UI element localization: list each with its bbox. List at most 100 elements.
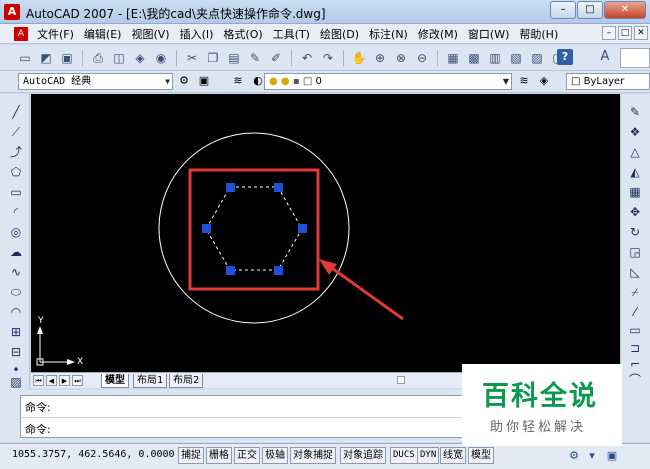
undo-icon[interactable]: ↶ — [298, 49, 316, 67]
break-icon[interactable]: ▭ — [627, 322, 643, 338]
zoom-previous-icon[interactable]: ⊖ — [413, 49, 431, 67]
offset-icon[interactable]: ◭ — [627, 164, 643, 180]
communication-center-icon[interactable]: ⚙ — [566, 448, 582, 464]
make-block-icon[interactable]: ⊟ — [8, 344, 24, 360]
osnap-toggle[interactable]: 对象捕捉 — [290, 447, 336, 464]
grip-point[interactable] — [226, 266, 235, 275]
lineweight-toggle[interactable]: 线宽 — [440, 447, 466, 464]
minimize-button[interactable]: – — [550, 1, 576, 19]
document-icon[interactable]: A — [14, 26, 28, 41]
ducs-toggle[interactable]: DUCS — [390, 447, 418, 464]
extend-icon[interactable]: ⁄ — [627, 304, 643, 320]
autocad-logo-icon[interactable]: A — [4, 4, 20, 20]
tab-layout1[interactable]: 布局1 — [133, 374, 168, 388]
tool-palettes-icon[interactable]: ▥ — [486, 49, 504, 67]
spline-icon[interactable]: ∿ — [8, 264, 24, 280]
zoom-realtime-icon[interactable]: ⊕ — [371, 49, 389, 67]
scrollbar-thumb[interactable] — [397, 376, 405, 384]
scale-icon[interactable]: ◲ — [627, 244, 643, 260]
match-properties-icon[interactable]: ✎ — [246, 49, 264, 67]
menu-edit[interactable]: 编辑(E) — [79, 26, 127, 42]
circle-entity[interactable] — [158, 132, 350, 324]
workspace-settings-icon[interactable]: ⚙ — [176, 73, 192, 89]
circle-icon[interactable]: ◎ — [8, 224, 24, 240]
tray-settings-icon[interactable]: ▾ — [584, 448, 600, 464]
ellipse-icon[interactable]: ⬭ — [8, 284, 24, 300]
zoom-window-icon[interactable]: ⊗ — [392, 49, 410, 67]
close-button[interactable]: ✕ — [604, 1, 646, 19]
hexagon-entity[interactable] — [205, 186, 303, 271]
pan-icon[interactable]: ✋ — [350, 49, 368, 67]
color-select[interactable]: □ ByLayer — [566, 73, 650, 90]
drawing-canvas[interactable]: Y X — [31, 94, 620, 372]
sheet-set-icon[interactable]: ▧ — [507, 49, 525, 67]
fillet-icon[interactable]: ⌒ — [627, 372, 643, 388]
layer-previous-icon[interactable]: ◈ — [536, 73, 552, 89]
properties-icon[interactable]: ▦ — [444, 49, 462, 67]
polyline-icon[interactable]: ⤴ — [8, 144, 24, 160]
mirror-icon[interactable]: △ — [627, 144, 643, 160]
rotate-icon[interactable]: ↻ — [627, 224, 643, 240]
menu-format[interactable]: 格式(O) — [218, 26, 267, 42]
arc-icon[interactable]: ◜ — [8, 204, 24, 220]
print-icon[interactable]: ⎙ — [89, 49, 107, 67]
chamfer-icon[interactable]: ⌐ — [627, 356, 643, 372]
construction-line-icon[interactable]: ⟋ — [8, 124, 24, 140]
doc-restore-button[interactable]: □ — [618, 26, 632, 40]
redo-icon[interactable]: ↷ — [319, 49, 337, 67]
hatch-icon[interactable]: ▨ — [8, 374, 24, 390]
menu-draw[interactable]: 绘图(D) — [315, 26, 364, 42]
ortho-toggle[interactable]: 正交 — [234, 447, 260, 464]
polar-toggle[interactable]: 极轴 — [262, 447, 288, 464]
last-tab-icon[interactable]: ⏭ — [72, 375, 83, 386]
clean-screen-icon[interactable]: ▣ — [604, 448, 620, 464]
grip-point[interactable] — [274, 266, 283, 275]
style-combo[interactable] — [620, 48, 650, 68]
join-icon[interactable]: ⊐ — [627, 340, 643, 356]
text-style-icon[interactable]: A — [596, 48, 614, 66]
menu-modify[interactable]: 修改(M) — [413, 26, 463, 42]
line-icon[interactable]: ╱ — [8, 104, 24, 120]
coordinate-readout[interactable]: 1055.3757, 462.5646, 0.0000 — [12, 449, 175, 460]
new-file-icon[interactable]: ▭ — [16, 49, 34, 67]
menu-tools[interactable]: 工具(T) — [268, 26, 315, 42]
trim-icon[interactable]: ⌿ — [627, 284, 643, 300]
menu-insert[interactable]: 插入(I) — [175, 26, 219, 42]
menu-view[interactable]: 视图(V) — [126, 26, 174, 42]
markup-icon[interactable]: ▨ — [528, 49, 546, 67]
revision-cloud-icon[interactable]: ☁ — [8, 244, 24, 260]
plot-preview-icon[interactable]: ◫ — [110, 49, 128, 67]
first-tab-icon[interactable]: ⏮ — [33, 375, 44, 386]
command-prompt[interactable]: 命令: — [25, 421, 51, 437]
design-center-icon[interactable]: ▩ — [465, 49, 483, 67]
grip-point[interactable] — [274, 183, 283, 192]
insert-block-icon[interactable]: ⊞ — [8, 324, 24, 340]
block-editor-icon[interactable]: ✐ — [267, 49, 285, 67]
copy-icon[interactable]: ❐ — [204, 49, 222, 67]
copy-object-icon[interactable]: ❖ — [627, 124, 643, 140]
workspace-save-icon[interactable]: ▣ — [196, 73, 212, 89]
dwf-icon[interactable]: ◉ — [152, 49, 170, 67]
cut-icon[interactable]: ✂ — [183, 49, 201, 67]
array-icon[interactable]: ▦ — [627, 184, 643, 200]
erase-icon[interactable]: ✎ — [627, 104, 643, 120]
polygon-icon[interactable]: ⬠ — [8, 164, 24, 180]
help-button[interactable]: ? — [557, 49, 573, 65]
rectangle-icon[interactable]: ▭ — [8, 184, 24, 200]
save-icon[interactable]: ▣ — [58, 49, 76, 67]
grip-point[interactable] — [298, 224, 307, 233]
open-file-icon[interactable]: ◩ — [37, 49, 55, 67]
move-icon[interactable]: ✥ — [627, 204, 643, 220]
prev-tab-icon[interactable]: ◀ — [46, 375, 57, 386]
doc-minimize-button[interactable]: – — [602, 26, 616, 40]
dyn-toggle[interactable]: DYN — [417, 447, 440, 464]
menu-window[interactable]: 窗口(W) — [463, 26, 514, 42]
publish-icon[interactable]: ◈ — [131, 49, 149, 67]
model-toggle[interactable]: 模型 — [468, 447, 494, 464]
menu-file[interactable]: 文件(F) — [32, 26, 79, 42]
doc-close-button[interactable]: ✕ — [634, 26, 648, 40]
stretch-icon[interactable]: ◺ — [627, 264, 643, 280]
next-tab-icon[interactable]: ▶ — [59, 375, 70, 386]
layer-select[interactable]: ● ● ▪ □ 0 ▼ — [264, 73, 512, 90]
grid-toggle[interactable]: 栅格 — [206, 447, 232, 464]
